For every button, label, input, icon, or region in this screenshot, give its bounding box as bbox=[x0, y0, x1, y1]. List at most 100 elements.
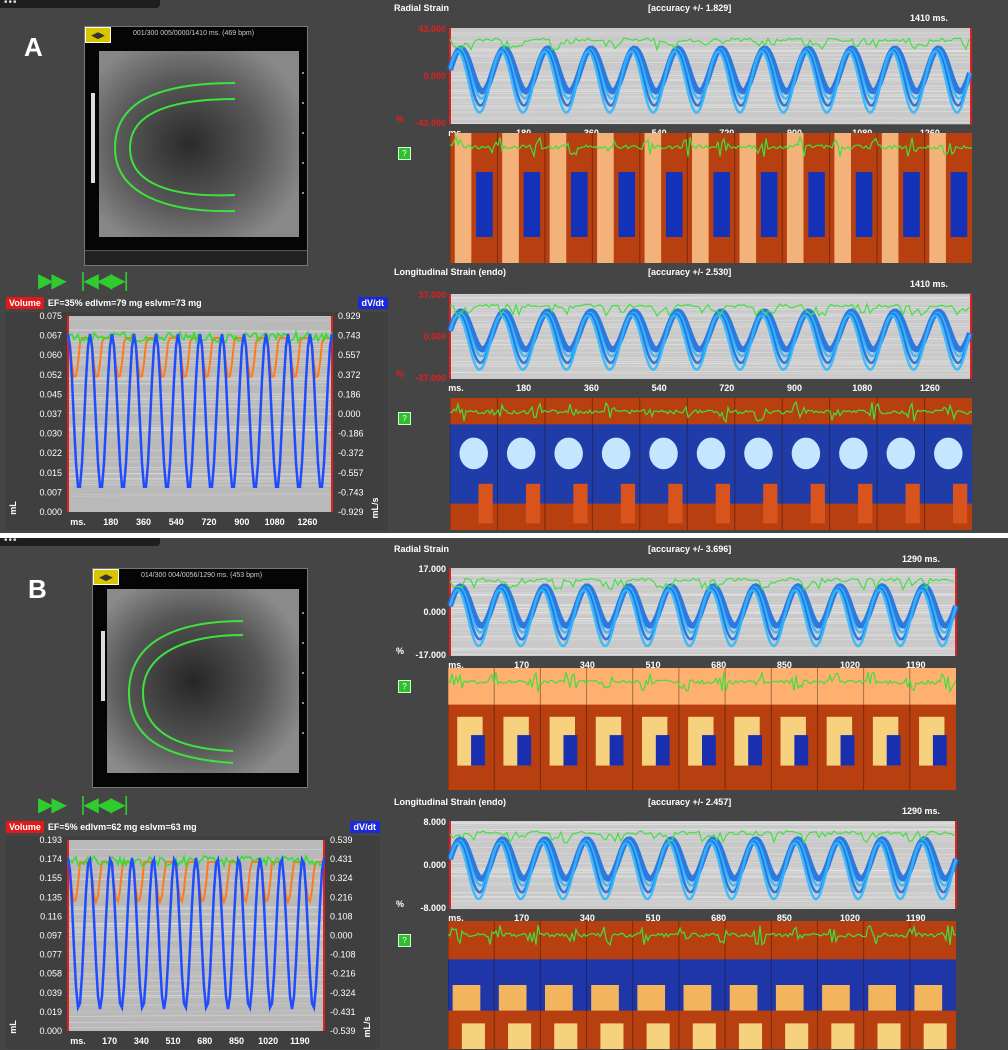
heatmap-cell bbox=[877, 1023, 900, 1049]
heatmap-cell bbox=[868, 985, 896, 1011]
heatmap-cell bbox=[697, 438, 725, 470]
heatmap-cell bbox=[933, 735, 947, 766]
heatmap-cell bbox=[656, 735, 670, 766]
y2-tick-label: 0.539 bbox=[330, 836, 353, 845]
window-menu-icon[interactable]: ••• bbox=[4, 538, 18, 546]
frame-arrows-icon[interactable]: ◀▶ bbox=[85, 27, 111, 43]
heatmap-cell bbox=[618, 172, 635, 237]
volume-chart: 0.193 0.174 0.155 0.135 0.116 0.097 0.077 0.058… bbox=[6, 836, 380, 1049]
heatmap-cell bbox=[637, 985, 665, 1011]
heatmap-cell bbox=[668, 484, 682, 524]
heatmap-cell bbox=[679, 668, 725, 705]
heatmap-cell bbox=[906, 484, 920, 524]
help-icon[interactable]: ? bbox=[398, 934, 411, 947]
heatmap-cell bbox=[448, 668, 494, 705]
radial-strain-chart: 43.0000.000-43.000%ms.180360540720900108… bbox=[394, 22, 979, 140]
volume-stats: EF=5% edlvm=62 mg eslvm=63 mg bbox=[48, 822, 197, 832]
left-unit: mL bbox=[8, 501, 18, 515]
heatmap-cell bbox=[744, 438, 772, 470]
y-tick-label: 0.015 bbox=[39, 468, 62, 478]
help-icon[interactable]: ? bbox=[398, 147, 411, 160]
heatmap-cell bbox=[822, 985, 850, 1011]
y-tick-label: 0.058 bbox=[39, 969, 62, 979]
x-tick-label: 1260 bbox=[297, 517, 317, 527]
longitudinal-accuracy: [accuracy +/- 2.457] bbox=[648, 797, 731, 807]
heatmap-cell bbox=[545, 985, 573, 1011]
heatmap-cell bbox=[508, 1023, 531, 1049]
heatmap-cell bbox=[462, 1023, 485, 1049]
heatmap-cell bbox=[817, 668, 863, 705]
x-tick-label: 170 bbox=[102, 1036, 117, 1046]
heatmap-cell bbox=[864, 668, 910, 705]
x-tick-label: 680 bbox=[197, 1036, 212, 1046]
y2-tick-label: -0.324 bbox=[330, 988, 356, 998]
heatmap-cell bbox=[499, 985, 527, 1011]
heatmap-cell bbox=[831, 1023, 854, 1049]
y-tick-label: 0.000 bbox=[39, 507, 62, 517]
volume-tag[interactable]: Volume bbox=[6, 821, 44, 833]
echo-info: 014/300 004/0056/1290 ms. (453 bpm) bbox=[141, 572, 262, 579]
heatmap-cell bbox=[776, 985, 804, 1011]
y2-tick-label: -0.431 bbox=[330, 1007, 356, 1017]
radial-strain-title: Radial Strain bbox=[394, 544, 449, 554]
heatmap-cell bbox=[713, 172, 730, 237]
heatmap-cell bbox=[692, 133, 709, 263]
y-tick-label: 0.155 bbox=[39, 873, 62, 883]
radial-strain-heatmap bbox=[448, 668, 956, 790]
step-frames-icon[interactable]: |◀◀▶| bbox=[80, 270, 127, 292]
right-unit: mL/s bbox=[370, 497, 380, 518]
echo-image[interactable]: ◀▶ 014/300 004/0056/1290 ms. (453 bpm) bbox=[92, 568, 308, 788]
x-tick-label: 900 bbox=[234, 517, 249, 527]
heatmap-cell bbox=[882, 133, 899, 263]
y-tick-label: 0.116 bbox=[40, 911, 62, 921]
heatmap-cell bbox=[554, 1023, 577, 1049]
heatmap-cell bbox=[856, 172, 873, 237]
step-frames-icon[interactable]: |◀◀▶| bbox=[80, 794, 127, 816]
help-icon[interactable]: ? bbox=[398, 680, 411, 693]
y-tick-label: 0.022 bbox=[39, 448, 62, 458]
echo-canvas bbox=[93, 583, 307, 779]
dvdt-tag[interactable]: dV/dt bbox=[358, 297, 389, 309]
heatmap-cell bbox=[725, 668, 771, 705]
x-tick-label: 1260 bbox=[920, 383, 940, 393]
x-tick-label: ms. bbox=[448, 383, 464, 393]
heatmap-cell bbox=[924, 1023, 947, 1049]
y2-tick-label: -0.557 bbox=[338, 468, 364, 478]
y-tick-label: 0.067 bbox=[39, 331, 62, 341]
x-tick-label: 180 bbox=[516, 383, 531, 393]
play-icon[interactable]: ▶▶ bbox=[38, 794, 65, 816]
y-tick-label: -8.000 bbox=[420, 903, 446, 913]
heatmap-cell bbox=[571, 172, 588, 237]
heatmap-cell bbox=[666, 172, 683, 237]
y-tick-label: 0.097 bbox=[39, 931, 62, 941]
heatmap-cell bbox=[953, 484, 967, 524]
x-tick-label: 1190 bbox=[290, 1036, 310, 1046]
panel-a: ••• A ◀▶ 001/300 005/0000/1410 ms. (469 … bbox=[0, 0, 1008, 533]
window-titlebar: ••• bbox=[0, 538, 160, 546]
y-tick-label: 0.019 bbox=[39, 1007, 62, 1017]
volume-chart: 0.0750.0670.0600.0520.0450.0370.0300.022… bbox=[6, 312, 388, 530]
help-icon[interactable]: ? bbox=[398, 412, 411, 425]
volume-tag[interactable]: Volume bbox=[6, 297, 44, 309]
heatmap-cell bbox=[507, 438, 535, 470]
y2-tick-label: -0.372 bbox=[338, 448, 364, 458]
volume-stats: EF=35% edlvm=79 mg eslvm=73 mg bbox=[48, 298, 202, 308]
heatmap-cell bbox=[716, 484, 730, 524]
y-tick-label: 0.193 bbox=[39, 836, 62, 845]
heatmap-cell bbox=[563, 735, 577, 766]
echo-image[interactable]: ◀▶ 001/300 005/0000/1410 ms. (469 bpm) bbox=[84, 26, 308, 266]
y-tick-label: 0.000 bbox=[423, 332, 446, 342]
dvdt-tag[interactable]: dV/dt bbox=[350, 821, 381, 833]
x-tick-label: 900 bbox=[787, 383, 802, 393]
y2-tick-label: 0.108 bbox=[330, 911, 353, 921]
y-tick-label: -17.000 bbox=[415, 650, 446, 660]
play-icon[interactable]: ▶▶ bbox=[38, 270, 65, 292]
window-menu-icon[interactable]: ••• bbox=[4, 0, 18, 8]
x-tick-label: 180 bbox=[103, 517, 118, 527]
y-tick-label: 0.000 bbox=[423, 860, 446, 870]
y2-tick-label: -0.743 bbox=[338, 487, 364, 497]
heatmap-cell bbox=[647, 1023, 670, 1049]
heatmap-cell bbox=[739, 133, 756, 263]
echo-scrollbar[interactable] bbox=[85, 250, 307, 265]
y-unit: % bbox=[396, 369, 404, 379]
